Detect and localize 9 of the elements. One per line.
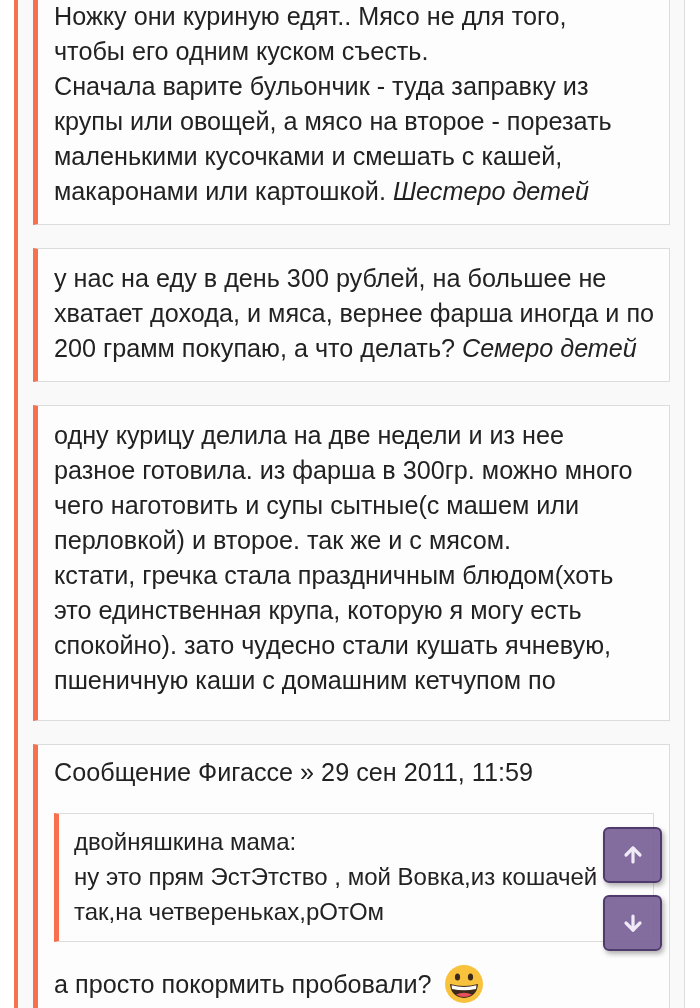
quote-text: Ножку они куриную едят.. Мясо не для того, чтобы его одним куском съесть. Сначала варите бульончик - туда заправку из крупы или овощей, а мясо на второе - порезать маленькими кусочками и смешать с кашей, макаронами или картошкой. Шестеро детей [54,1,612,207]
quote-text: у нас на еду в день 300 рублей, на большее не хватает дохода, и мяса, вернее фарша иногда и по 200 грамм покупаю, а что делать? Семеро детей [54,263,655,364]
grinning-face-icon [443,964,484,1004]
scroll-down-button[interactable] [603,895,662,951]
post-header: Сообщение Фигассе » 29 сен 2011, 11:59 [54,757,533,788]
reply-text: а просто покормить пробовали? [54,968,432,1000]
nested-quote-text: двойняшкина мама: ну это прям ЭстЭтство , мой Вовка,из кошачей так,на четвереньках,рОтОм [74,827,598,927]
scroll-up-button[interactable] [603,827,662,883]
quote-text: одну курицу делила на две недели и из нее разное готовила. из фарша в 300гр. можно много чего наготовить и супы сытные(с машем или перловкой) и второе. так же и с мясом. кстати, гречка стала праздничным блюдом(хоть это единственная крупа, которую я могу есть спокойно). зато чудесно стали кушать ячневую, пшеничную каши с домашним кетчупом по [54,420,633,696]
